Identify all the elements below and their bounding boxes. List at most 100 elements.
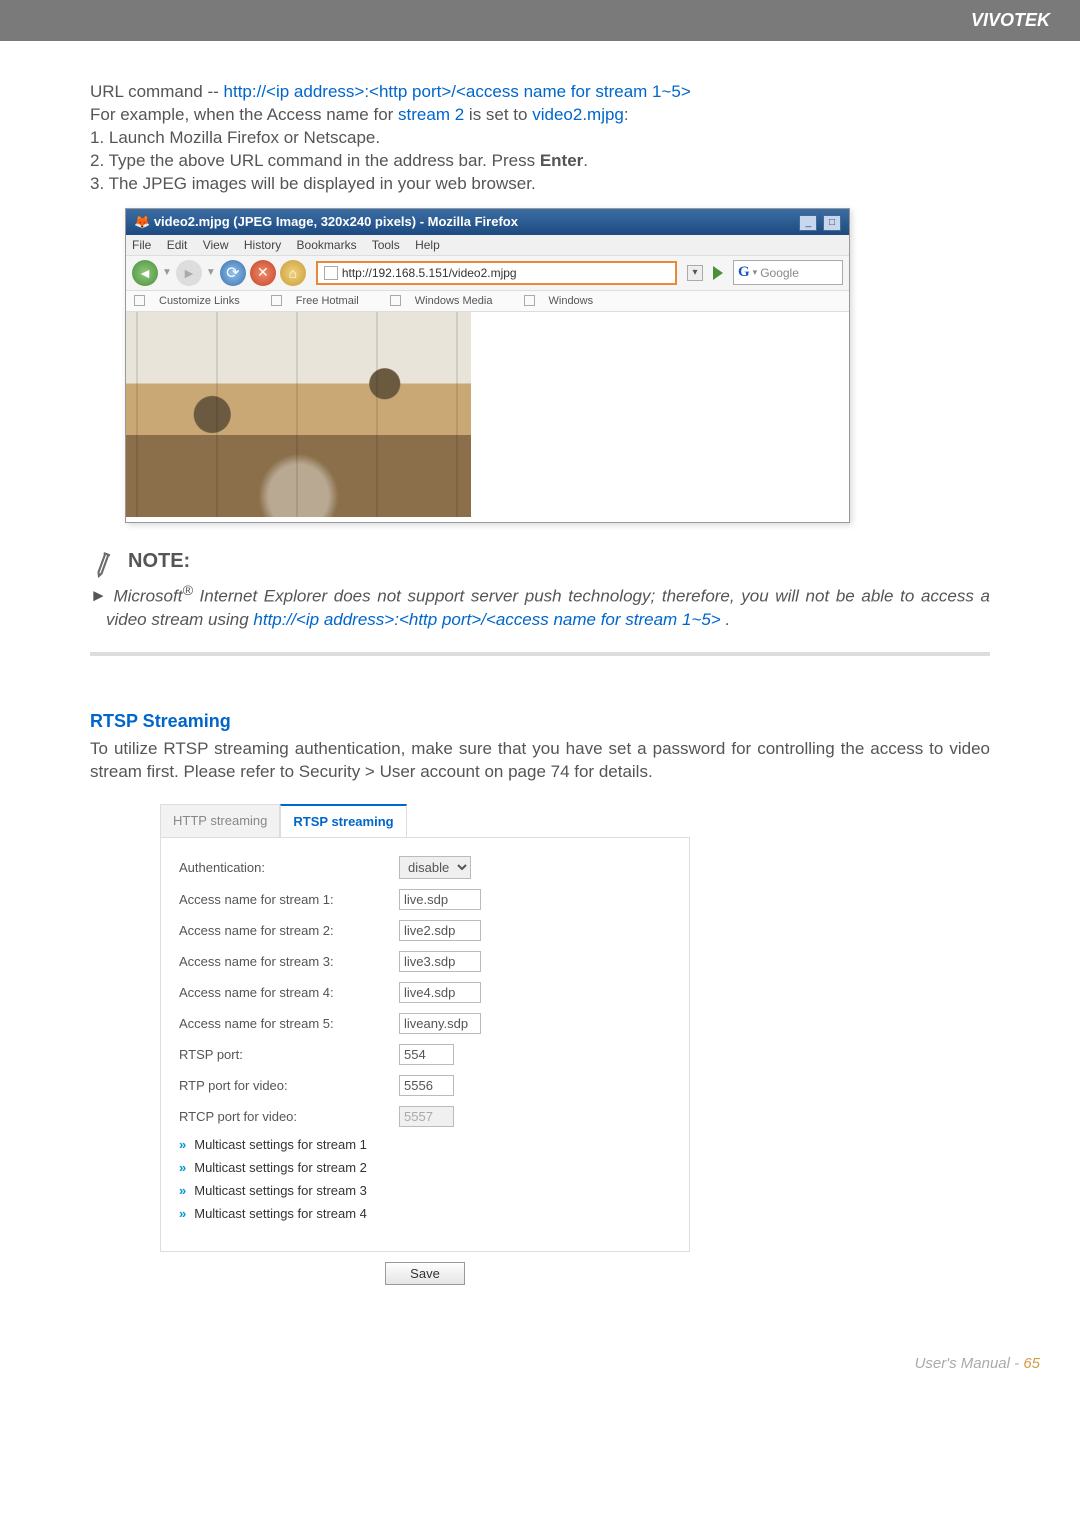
ex-stream: stream 2: [398, 105, 464, 124]
rtp-port-label: RTP port for video:: [179, 1078, 399, 1093]
maximize-icon[interactable]: □: [823, 215, 841, 231]
menu-bookmarks[interactable]: Bookmarks: [297, 238, 357, 252]
rtp-port-input[interactable]: [399, 1075, 454, 1096]
url-cmd-blue: http://<ip address>:<http port>/<access …: [224, 82, 691, 101]
page-icon: [271, 295, 282, 306]
home-icon[interactable]: ⌂: [280, 260, 306, 286]
page-icon: [390, 295, 401, 306]
s4-input[interactable]: [399, 982, 481, 1003]
rtsp-text: To utilize RTSP streaming authentication…: [90, 738, 990, 784]
step2-bold: Enter: [540, 151, 583, 170]
browser-title-text: video2.mjpg (JPEG Image, 320x240 pixels)…: [154, 214, 518, 229]
fwd-dropdown-icon[interactable]: ▼: [206, 267, 216, 278]
brand-text: VIVOTEK: [971, 10, 1050, 30]
row-stream1: Access name for stream 1:: [179, 889, 671, 910]
note-url: http://<ip address>:<http port>/<access …: [253, 610, 720, 629]
tabs: HTTP streaming RTSP streaming: [160, 804, 690, 837]
note-end: .: [721, 610, 730, 629]
address-bar[interactable]: http://192.168.5.151/video2.mjpg: [316, 261, 677, 285]
rtsp-port-label: RTSP port:: [179, 1047, 399, 1062]
example-line: For example, when the Access name for st…: [90, 104, 990, 127]
ex-prefix: For example, when the Access name for: [90, 105, 398, 124]
multicast-stream-1[interactable]: Multicast settings for stream 1: [179, 1137, 671, 1152]
browser-titlebar: 🦊 video2.mjpg (JPEG Image, 320x240 pixel…: [126, 209, 849, 235]
back-dropdown-icon[interactable]: ▼: [162, 267, 172, 278]
settings-panel: HTTP streaming RTSP streaming Authentica…: [160, 804, 690, 1285]
browser-viewport: [126, 312, 849, 522]
page-content: URL command -- http://<ip address>:<http…: [0, 41, 1080, 1335]
search-box[interactable]: G▾ Google: [733, 260, 843, 285]
rtsp-port-input[interactable]: [399, 1044, 454, 1065]
save-button[interactable]: Save: [385, 1262, 465, 1285]
menu-history[interactable]: History: [244, 238, 281, 252]
save-row: Save: [160, 1262, 690, 1285]
minimize-icon[interactable]: _: [799, 215, 817, 231]
menu-view[interactable]: View: [203, 238, 229, 252]
browser-screenshot: 🦊 video2.mjpg (JPEG Image, 320x240 pixel…: [125, 208, 850, 523]
s5-input[interactable]: [399, 1013, 481, 1034]
s4-label: Access name for stream 4:: [179, 985, 399, 1000]
row-rtcp-port: RTCP port for video:: [179, 1106, 671, 1127]
bookmark-item[interactable]: Windows: [524, 295, 608, 307]
forward-icon[interactable]: ►: [176, 260, 202, 286]
address-text: http://192.168.5.151/video2.mjpg: [342, 266, 517, 280]
s1-label: Access name for stream 1:: [179, 892, 399, 907]
bookmark-bar: Customize Links Free Hotmail Windows Med…: [126, 291, 849, 312]
note-ms: Microsoft: [113, 586, 182, 605]
multicast-stream-4[interactable]: Multicast settings for stream 4: [179, 1206, 671, 1221]
rtcp-port-input: [399, 1106, 454, 1127]
auth-select[interactable]: disable: [399, 856, 471, 879]
menu-help[interactable]: Help: [415, 238, 440, 252]
note-body: Microsoft® Internet Explorer does not su…: [90, 582, 990, 632]
multicast-stream-2[interactable]: Multicast settings for stream 2: [179, 1160, 671, 1175]
reload-icon[interactable]: ⟳: [220, 260, 246, 286]
s1-input[interactable]: [399, 889, 481, 910]
tab-body: Authentication: disable Access name for …: [160, 837, 690, 1252]
menu-edit[interactable]: Edit: [167, 238, 188, 252]
url-cmd-prefix: URL command --: [90, 82, 224, 101]
auth-label: Authentication:: [179, 860, 399, 875]
ex-mid: is set to: [464, 105, 532, 124]
multicast-stream-3[interactable]: Multicast settings for stream 3: [179, 1183, 671, 1198]
bookmark-item[interactable]: Free Hotmail: [271, 295, 373, 307]
footer: User's Manual - 65: [0, 1335, 1080, 1402]
search-placeholder: Google: [760, 266, 799, 280]
menu-file[interactable]: File: [132, 238, 151, 252]
step-2: 2. Type the above URL command in the add…: [90, 150, 990, 173]
ex-suffix: :: [624, 105, 629, 124]
window-controls: _ □: [797, 213, 841, 231]
go-icon[interactable]: [713, 266, 723, 280]
camera-snapshot-image: [126, 312, 471, 517]
note-header: NOTE:: [90, 548, 990, 576]
url-command-line: URL command -- http://<ip address>:<http…: [90, 81, 990, 104]
footer-label: User's Manual -: [915, 1355, 1024, 1372]
browser-menubar: File Edit View History Bookmarks Tools H…: [126, 235, 849, 256]
rtcp-port-label: RTCP port for video:: [179, 1109, 399, 1124]
header-bar: VIVOTEK: [0, 0, 1080, 41]
bookmark-item[interactable]: Customize Links: [134, 295, 254, 307]
tab-http-streaming[interactable]: HTTP streaming: [160, 804, 280, 837]
s3-label: Access name for stream 3:: [179, 954, 399, 969]
step2-c: .: [583, 151, 588, 170]
s3-input[interactable]: [399, 951, 481, 972]
row-authentication: Authentication: disable: [179, 856, 671, 879]
step2-a: 2. Type the above URL command in the add…: [90, 151, 540, 170]
row-rtp-port: RTP port for video:: [179, 1075, 671, 1096]
stop-icon[interactable]: ✕: [250, 260, 276, 286]
address-dropdown-icon[interactable]: ▾: [687, 265, 703, 281]
pencil-icon: [85, 543, 122, 580]
menu-tools[interactable]: Tools: [372, 238, 400, 252]
back-icon[interactable]: ◄: [132, 260, 158, 286]
ex-mjpg: video2.mjpg: [532, 105, 624, 124]
note-section: NOTE: Microsoft® Internet Explorer does …: [90, 548, 990, 632]
registered-icon: ®: [182, 583, 192, 599]
tab-rtsp-streaming[interactable]: RTSP streaming: [280, 804, 406, 837]
row-rtsp-port: RTSP port:: [179, 1044, 671, 1065]
row-stream2: Access name for stream 2:: [179, 920, 671, 941]
divider: [90, 652, 990, 656]
page-icon: [524, 295, 535, 306]
s5-label: Access name for stream 5:: [179, 1016, 399, 1031]
bookmark-item[interactable]: Windows Media: [390, 295, 507, 307]
google-g-icon: G: [738, 264, 750, 281]
s2-input[interactable]: [399, 920, 481, 941]
